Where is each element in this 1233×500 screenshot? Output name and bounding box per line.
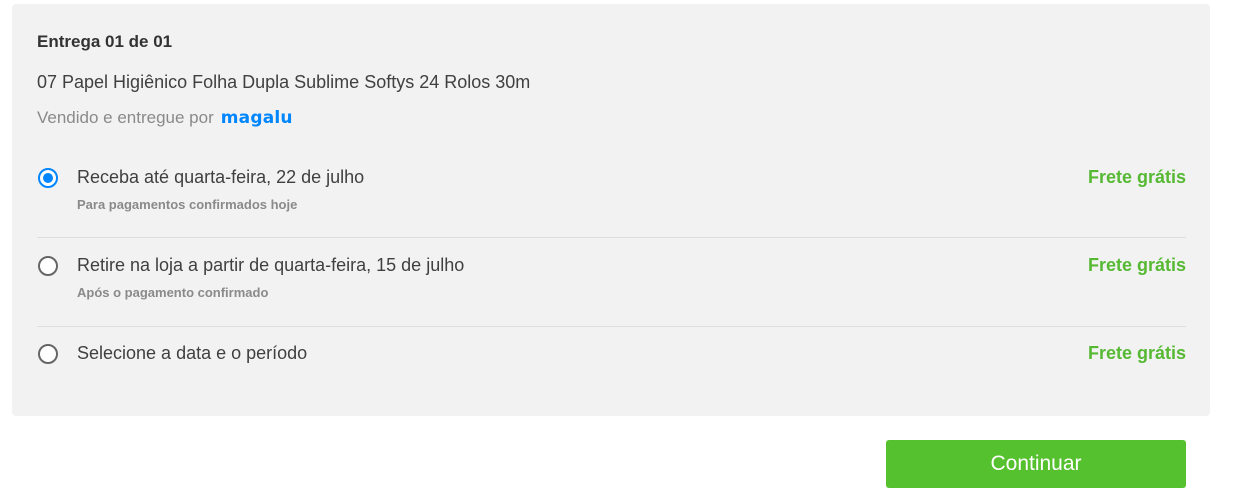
- delivery-option-schedule[interactable]: Selecione a data e o período Frete gráti…: [37, 340, 1186, 400]
- product-name: 07 Papel Higiênico Folha Dupla Sublime S…: [37, 72, 531, 92]
- option-price: Frete grátis: [1087, 343, 1186, 363]
- delivery-panel: Entrega 01 de 01 07 Papel Higiênico Folh…: [12, 4, 1210, 416]
- option-sublabel: Para pagamentos confirmados hoje: [77, 197, 298, 212]
- seller-line: Vendido e entregue por magalu: [37, 108, 293, 128]
- option-sublabel: Após o pagamento confirmado: [77, 285, 269, 300]
- radio-unselected-icon[interactable]: [38, 344, 58, 364]
- magalu-logo: magalu: [220, 108, 293, 128]
- continue-button[interactable]: Continuar: [886, 440, 1186, 488]
- option-divider: [37, 326, 1186, 327]
- radio-unselected-icon[interactable]: [38, 256, 58, 276]
- option-label: Receba até quarta-feira, 22 de julho: [77, 167, 365, 187]
- option-price: Frete grátis: [1087, 255, 1186, 275]
- option-label: Selecione a data e o período: [77, 343, 308, 363]
- radio-selected-icon[interactable]: [38, 168, 58, 188]
- delivery-option-store-pickup[interactable]: Retire na loja a partir de quarta-feira,…: [37, 252, 1186, 312]
- option-divider: [37, 237, 1186, 238]
- delivery-title: Entrega 01 de 01: [37, 32, 173, 51]
- delivery-option-home[interactable]: Receba até quarta-feira, 22 de julho Par…: [37, 164, 1186, 224]
- option-label: Retire na loja a partir de quarta-feira,…: [77, 255, 465, 275]
- option-price: Frete grátis: [1087, 167, 1186, 187]
- seller-prefix: Vendido e entregue por: [37, 108, 214, 127]
